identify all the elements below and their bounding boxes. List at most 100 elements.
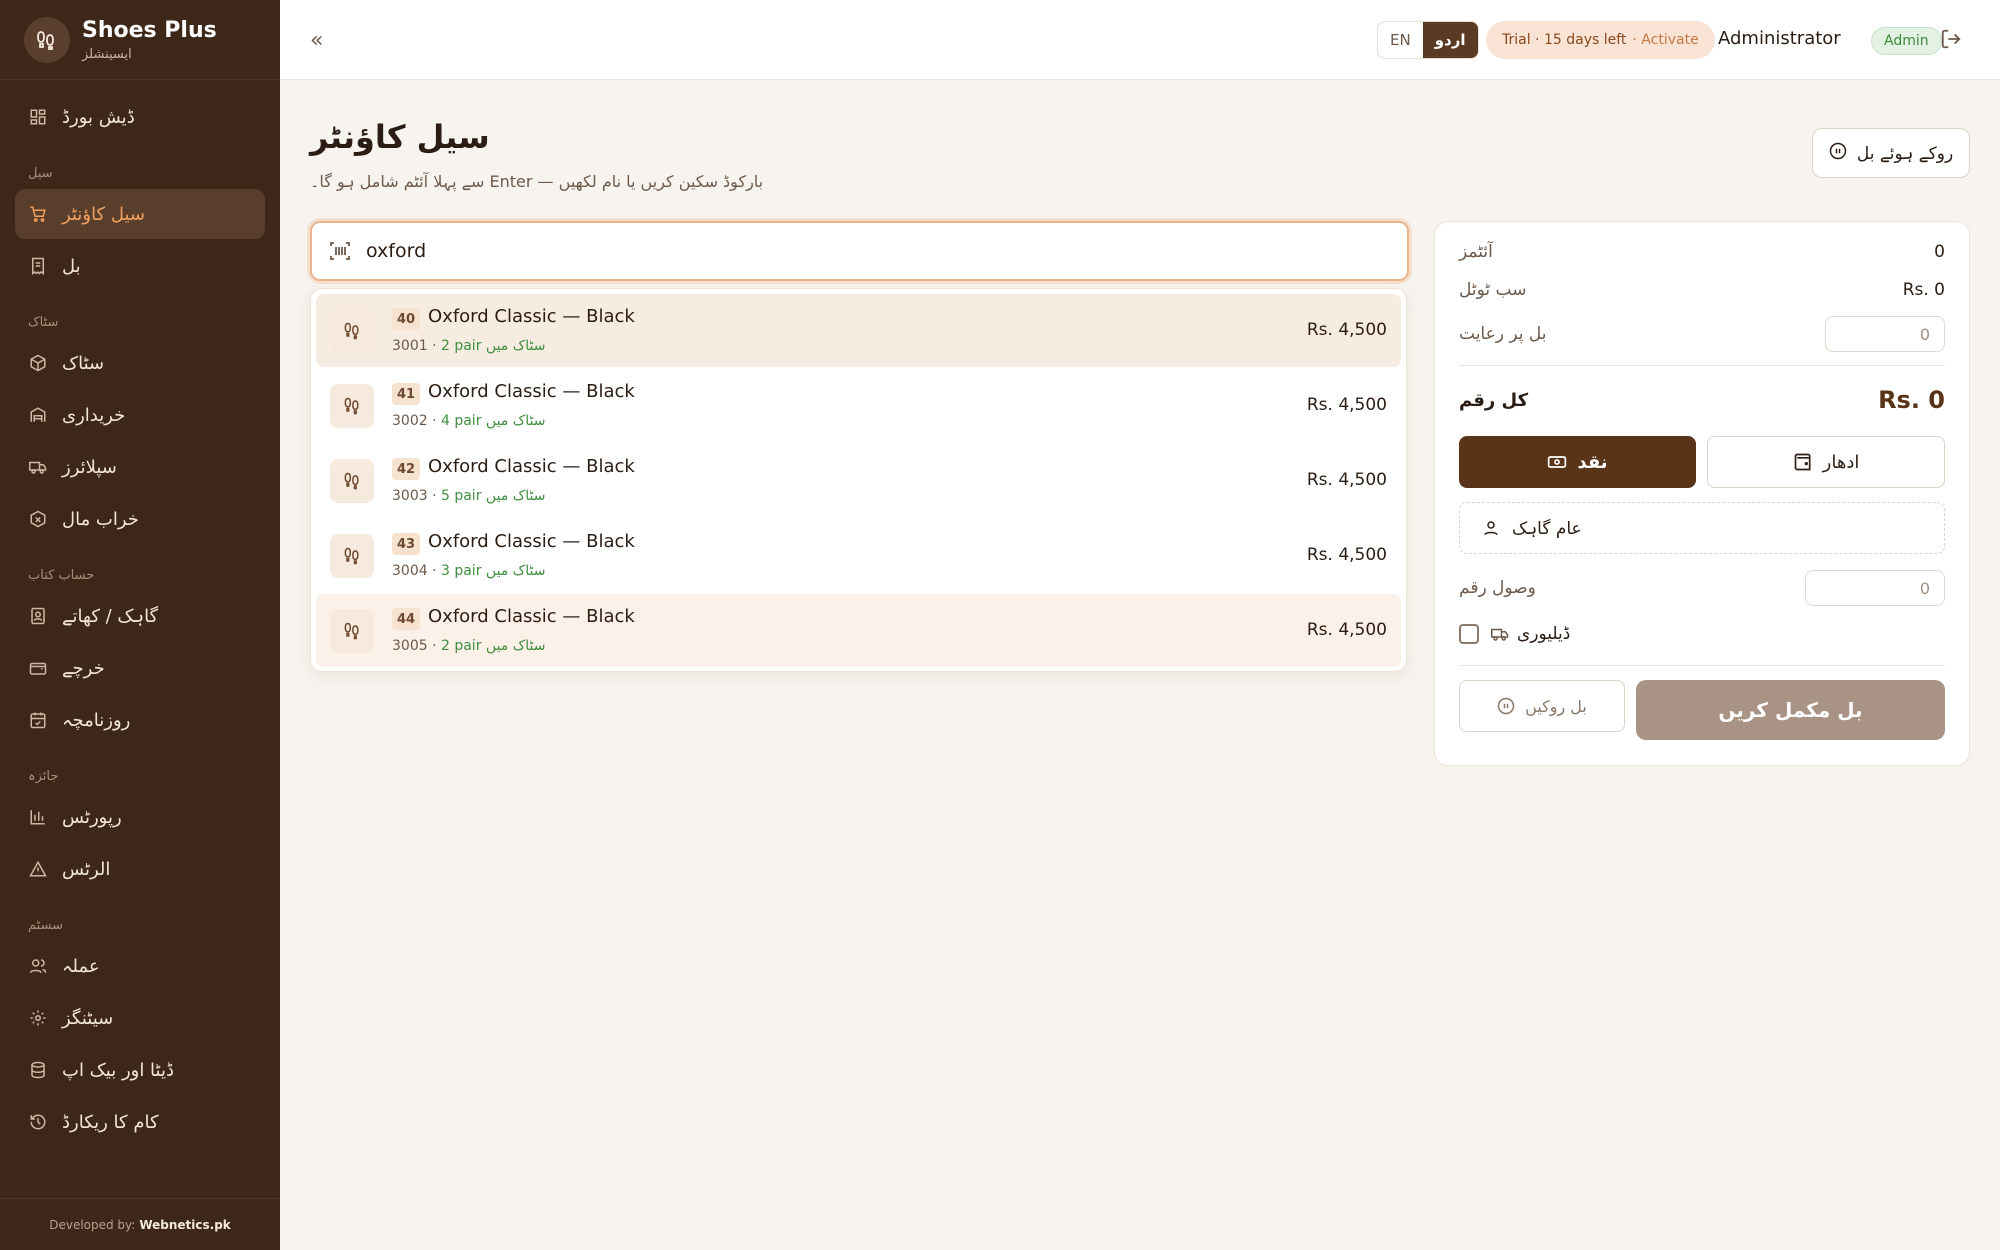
footer-brand-link[interactable]: Webnetics.pk xyxy=(139,1218,230,1232)
delivery-checkbox[interactable] xyxy=(1459,624,1479,644)
role-badge: Admin xyxy=(1871,27,1942,55)
product-price: Rs. 4,500 xyxy=(1306,395,1387,415)
search-input[interactable] xyxy=(366,240,1266,262)
barcode-scan-icon xyxy=(328,239,352,263)
nav-section-stock: سٹاک xyxy=(28,315,59,330)
activate-link[interactable]: · Activate xyxy=(1632,32,1698,48)
held-bills-button[interactable]: روکے ہوئے بل xyxy=(1812,128,1970,178)
sidebar-item-reports[interactable]: رپورٹس xyxy=(15,792,265,842)
customer-selector[interactable]: عام گاہک xyxy=(1459,502,1945,554)
sidebar-item-stock[interactable]: سٹاک xyxy=(15,338,265,388)
pause-circle-icon xyxy=(1497,697,1515,715)
sidebar-item-suppliers[interactable]: سپلائرز xyxy=(15,442,265,492)
product-name: Oxford Classic — Black xyxy=(428,606,635,627)
stock-count: 2 pair سٹاک میں xyxy=(440,638,546,654)
sidebar-item-label: روزنامچہ xyxy=(62,709,131,731)
sidebar-item-dashboard[interactable]: ڈیش بورڈ xyxy=(15,92,265,142)
user-name: Administrator xyxy=(1718,28,1841,49)
product-code: 3004 · xyxy=(392,563,437,579)
lang-en-button[interactable]: EN xyxy=(1378,22,1423,58)
product-meta: 3005 · 2 pair سٹاک میں xyxy=(392,638,546,654)
search-result-item[interactable]: 42 Oxford Classic — Black 3003 · 5 pair … xyxy=(316,444,1401,517)
trial-badge[interactable]: Trial · 15 days left · Activate xyxy=(1486,21,1715,59)
total-label: کل رقم xyxy=(1459,389,1529,411)
sidebar-item-sale-counter[interactable]: سیل کاؤنٹر xyxy=(15,189,265,239)
sidebar-nav: ڈیش بورڈ سیل سیل کاؤنٹر بل سٹاک سٹاک خری… xyxy=(0,80,280,1161)
nav-section-review: جائزہ xyxy=(28,769,59,784)
size-badge: 42 xyxy=(392,458,420,480)
stock-count: 3 pair سٹاک میں xyxy=(440,563,546,579)
complete-bill-button[interactable]: بل مکمل کریں xyxy=(1636,680,1945,740)
nav-section-system: سسٹم xyxy=(28,918,64,933)
sidebar-item-label: خراب مال xyxy=(62,508,139,530)
sidebar: Shoes Plus ایسینشلز ڈیش بورڈ سیل سیل کاؤ… xyxy=(0,0,280,1250)
sidebar-item-customers[interactable]: گاہک / کھاتے xyxy=(15,591,265,641)
received-label: وصول رقم xyxy=(1459,578,1536,598)
search-results-dropdown: 40 Oxford Classic — Black 3001 · 2 pair … xyxy=(310,288,1407,672)
sidebar-item-settings[interactable]: سیٹنگز xyxy=(15,993,265,1043)
sidebar-item-activity[interactable]: کام کا ریکارڈ xyxy=(15,1097,265,1147)
hold-bill-button[interactable]: بل روکیں xyxy=(1459,680,1625,732)
sidebar-item-staff[interactable]: عملہ xyxy=(15,941,265,991)
brand-subtitle: ایسینشلز xyxy=(82,46,132,62)
discount-input[interactable]: 0 xyxy=(1825,316,1945,352)
product-code: 3005 · xyxy=(392,638,437,654)
search-result-item[interactable]: 43 Oxford Classic — Black 3004 · 3 pair … xyxy=(316,519,1401,592)
trial-text: Trial · 15 days left xyxy=(1502,32,1627,48)
shoe-icon xyxy=(330,609,374,653)
subtotal-row: سب ٹوٹل Rs. 0 xyxy=(1459,280,1945,300)
collapse-sidebar-icon[interactable]: « xyxy=(310,28,323,53)
logout-icon[interactable] xyxy=(1940,28,1962,54)
product-name: Oxford Classic — Black xyxy=(428,456,635,477)
sidebar-item-purchases[interactable]: خریداری xyxy=(15,390,265,440)
discount-label: بل پر رعایت xyxy=(1459,324,1547,344)
search-result-item[interactable]: 40 Oxford Classic — Black 3001 · 2 pair … xyxy=(316,294,1401,367)
sidebar-item-expenses[interactable]: خرچے xyxy=(15,643,265,693)
sidebar-item-label: عملہ xyxy=(62,955,100,977)
sidebar-item-damaged[interactable]: خراب مال xyxy=(15,494,265,544)
search-result-item[interactable]: 41 Oxford Classic — Black 3002 · 4 pair … xyxy=(316,369,1401,442)
items-label: آئٹمز xyxy=(1459,242,1493,262)
bill-summary-panel: آئٹمز 0 سب ٹوٹل Rs. 0 بل پر رعایت 0 کل ر… xyxy=(1434,221,1970,766)
banknote-icon xyxy=(1547,452,1567,472)
page-subtitle: سے پہلا آئٹم شامل ہو گا۔ Enter — بارکوڈ … xyxy=(310,172,764,191)
items-row: آئٹمز 0 xyxy=(1459,242,1945,262)
search-result-item[interactable]: 44 Oxford Classic — Black 3005 · 2 pair … xyxy=(316,594,1401,667)
cash-payment-button[interactable]: نقد xyxy=(1459,436,1696,488)
product-meta: 3002 · 4 pair سٹاک میں xyxy=(392,413,546,429)
gear-icon xyxy=(28,1008,48,1028)
topbar: « EN اردو Trial · 15 days left · Activat… xyxy=(280,0,2000,80)
brand: Shoes Plus ایسینشلز xyxy=(0,0,280,80)
receipt-icon xyxy=(28,256,48,276)
brand-name: Shoes Plus xyxy=(82,17,217,43)
received-amount-input[interactable]: 0 xyxy=(1805,570,1945,606)
product-name: Oxford Classic — Black xyxy=(428,381,635,402)
sidebar-item-label: بل xyxy=(62,255,81,277)
database-icon xyxy=(28,1060,48,1080)
credit-payment-button[interactable]: ادھار xyxy=(1707,436,1945,488)
product-code: 3002 · xyxy=(392,413,437,429)
discount-row: بل پر رعایت 0 xyxy=(1459,316,1945,352)
nav-section-accounts: حساب کتاب xyxy=(28,568,95,583)
footer-prefix: Developed by: xyxy=(49,1217,136,1232)
sidebar-item-bills[interactable]: بل xyxy=(15,241,265,291)
items-value: 0 xyxy=(1934,242,1945,262)
divider xyxy=(1459,365,1945,366)
nav-section-sale: سیل xyxy=(28,166,53,181)
sidebar-item-alerts[interactable]: الرٹس xyxy=(15,844,265,894)
wallet-icon xyxy=(28,658,48,678)
divider xyxy=(1459,665,1945,666)
product-code: 3003 · xyxy=(392,488,437,504)
pause-circle-icon xyxy=(1829,142,1847,165)
user-icon xyxy=(1482,519,1500,537)
sidebar-item-backup[interactable]: ڈیٹا اور بیک اپ xyxy=(15,1045,265,1095)
sidebar-item-daybook[interactable]: روزنامچہ xyxy=(15,695,265,745)
hold-bill-label: بل روکیں xyxy=(1525,696,1587,716)
subtotal-value: Rs. 0 xyxy=(1902,280,1945,300)
truck-icon xyxy=(1491,625,1509,643)
sidebar-item-label: سٹاک xyxy=(62,352,105,374)
dashboard-icon xyxy=(28,107,48,127)
credit-label: ادھار xyxy=(1822,451,1860,473)
lang-ur-button[interactable]: اردو xyxy=(1422,22,1478,58)
product-name: Oxford Classic — Black xyxy=(428,306,635,327)
